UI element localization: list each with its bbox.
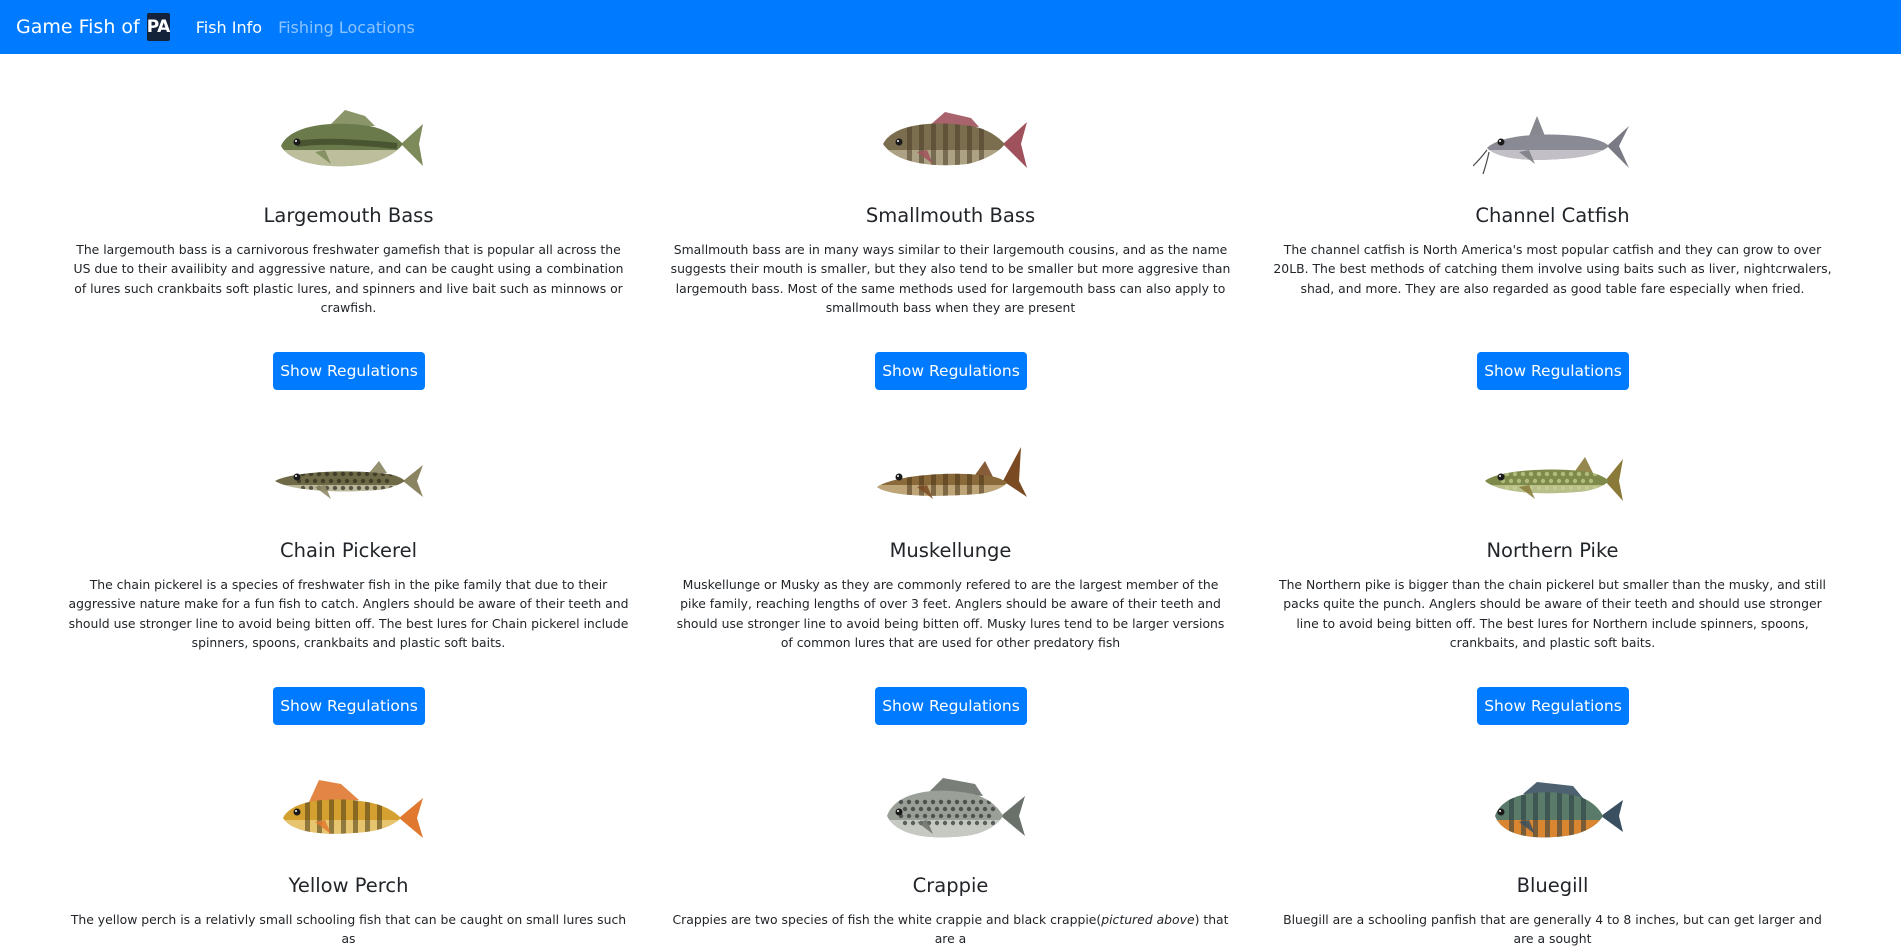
fish-name: Crappie [912, 874, 989, 897]
nav-link-fish-info[interactable]: Fish Info [196, 18, 262, 37]
fish-description-text: Crappies are two species of fish the whi… [672, 912, 1102, 927]
fish-name: Largemouth Bass [263, 204, 434, 227]
northern-pike-image [1270, 437, 1835, 527]
yellow-perch-image [66, 772, 631, 862]
nav-link-fishing-locations[interactable]: Fishing Locations [278, 18, 415, 37]
crappie-image [668, 772, 1233, 862]
show-regulations-button[interactable]: Show Regulations [273, 687, 425, 725]
fish-description: The yellow perch is a relativly small sc… [70, 912, 627, 947]
fish-description: Crappies are two species of fish the whi… [668, 910, 1233, 949]
show-regulations-button[interactable]: Show Regulations [273, 352, 425, 390]
fish-name: Northern Pike [1486, 539, 1619, 562]
muskellunge-image [668, 437, 1233, 527]
fish-name: Chain Pickerel [280, 539, 417, 562]
show-regulations-button[interactable]: Show Regulations [875, 352, 1027, 390]
brand-link[interactable]: Game Fish of PA [16, 13, 170, 41]
fish-name: Smallmouth Bass [865, 204, 1036, 227]
fish-name: Channel Catfish [1475, 204, 1630, 227]
pa-logo: PA [147, 13, 170, 41]
fish-description: The channel catfish is North America's m… [1273, 242, 1832, 296]
fish-description: The chain pickerel is a species of fresh… [68, 577, 629, 650]
fish-description: Smallmouth bass are in many ways similar… [670, 242, 1231, 315]
fish-name: Yellow Perch [288, 874, 409, 897]
show-regulations-button[interactable]: Show Regulations [1477, 687, 1629, 725]
channel-catfish-image [1270, 102, 1835, 192]
fish-description: The largemouth bass is a carnivorous fre… [73, 242, 624, 315]
smallmouth-bass-image [668, 102, 1233, 192]
fish-description: Bluegill are a schooling panfish that ar… [1283, 912, 1822, 947]
show-regulations-button[interactable]: Show Regulations [875, 687, 1027, 725]
fish-description: Muskellunge or Musky as they are commonl… [676, 577, 1225, 650]
brand-text: Game Fish of [16, 16, 140, 38]
fish-description-emphasis: pictured above [1101, 912, 1195, 927]
bluegill-image [1270, 772, 1835, 862]
fish-name: Muskellunge [889, 539, 1012, 562]
show-regulations-button[interactable]: Show Regulations [1477, 352, 1629, 390]
chain-pickerel-image [66, 437, 631, 527]
largemouth-bass-image [66, 102, 631, 192]
top-navbar: Game Fish of PA Fish Info Fishing Locati… [0, 0, 1901, 54]
fish-description: The Northern pike is bigger than the cha… [1279, 577, 1826, 650]
fish-name: Bluegill [1516, 874, 1589, 897]
